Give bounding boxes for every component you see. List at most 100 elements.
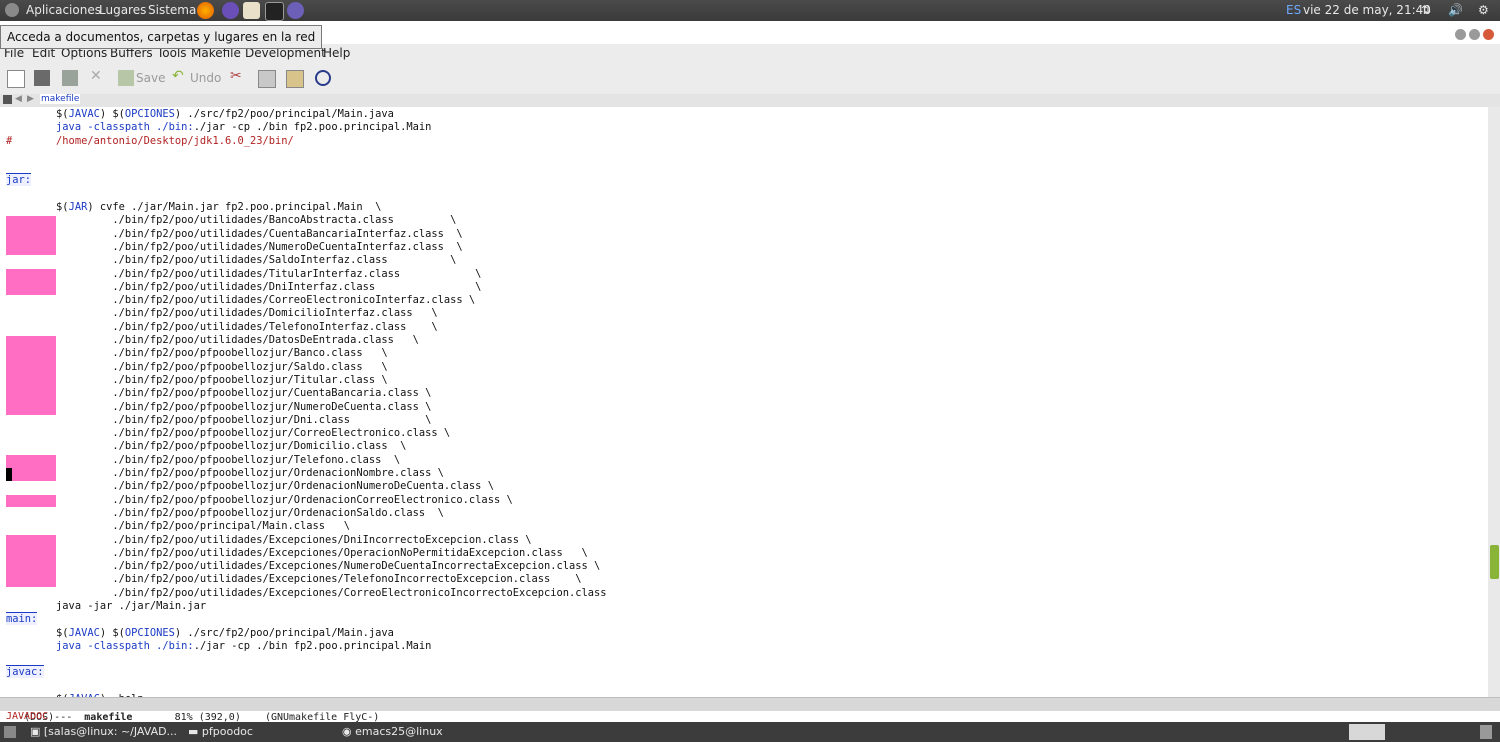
code-segment: ./bin/fp2/poo/pfpoobellozjur/Banco.class…	[6, 347, 388, 360]
undo-button[interactable]: Undo	[190, 71, 221, 85]
code-segment: JAVAC	[68, 108, 100, 120]
code-segment: ./bin/fp2/poo/pfpoobellozjur/CorreoElect…	[6, 427, 451, 440]
places-tooltip: Acceda a documentos, carpetas y lugares …	[0, 25, 323, 49]
cut-icon[interactable]: ✂	[230, 68, 246, 84]
keyboard-layout-indicator[interactable]: ES	[1286, 3, 1301, 17]
tab-minus-icon[interactable]	[3, 95, 12, 104]
copy-icon[interactable]	[258, 70, 276, 88]
code-segment: ./bin/fp2/poo/utilidades/Excepciones/Dni…	[6, 533, 532, 546]
taskbar-pfpoodoc[interactable]: ▬ pfpoodoc	[188, 725, 253, 738]
tab-left-arrow-icon[interactable]: ◀	[15, 94, 22, 104]
code-segment: ./bin/fp2/poo/utilidades/DomicilioInterf…	[6, 307, 438, 320]
new-file-icon[interactable]	[7, 70, 25, 88]
code-segment: $(	[56, 108, 69, 120]
code-line: ./bin/fp2/poo/utilidades/Excepciones/Dni…	[6, 534, 607, 547]
code-line: ./bin/fp2/poo/pfpoobellozjur/Banco.class…	[6, 347, 607, 360]
minimize-button[interactable]	[1455, 29, 1466, 40]
paste-icon[interactable]	[286, 70, 304, 88]
code-segment: $(	[6, 626, 69, 639]
code-line: ./bin/fp2/poo/utilidades/Excepciones/Num…	[6, 560, 607, 573]
code-segment: ./bin/fp2/poo/utilidades/Excepciones/Tel…	[6, 573, 582, 586]
window-controls	[1452, 25, 1494, 44]
taskbar-terminal[interactable]: ▣ [salas@linux: ~/JAVAD...	[30, 725, 177, 738]
code-line: java -classpath ./bin:./jar -cp ./bin fp…	[6, 640, 607, 653]
close-button[interactable]	[1483, 29, 1494, 40]
taskbar-emacs[interactable]: ◉ emacs25@linux	[342, 725, 443, 738]
code-segment: ) $(	[99, 626, 125, 639]
code-segment: #	[6, 134, 57, 147]
volume-icon[interactable]: 🔊	[1448, 3, 1463, 17]
terminal-icon[interactable]	[265, 2, 284, 21]
menu-aplicaciones[interactable]: Aplicaciones	[26, 3, 101, 17]
code-line: java -jar ./jar/Main.jar	[6, 600, 607, 613]
code-line: ./bin/fp2/poo/principal/Main.class \	[6, 520, 607, 533]
minibuffer[interactable]: JAVADOC	[6, 711, 48, 722]
save-button[interactable]: Save	[136, 71, 165, 85]
dired-icon[interactable]	[62, 70, 78, 86]
maximize-button[interactable]	[1469, 29, 1480, 40]
code-line: ./bin/fp2/poo/pfpoobellozjur/CorreoElect…	[6, 427, 607, 440]
close-buffer-icon[interactable]: ✕	[90, 68, 106, 84]
code-segment: ./bin/fp2/poo/pfpoobellozjur/CuentaBanca…	[6, 387, 432, 400]
folder-icon: ▬	[188, 725, 202, 738]
emacs-toolbar: ✕ Save ↶ Undo ✂	[0, 62, 1500, 95]
code-segment: ./bin/fp2/poo/utilidades/TitularInterfaz…	[6, 267, 482, 280]
code-segment: JAR	[68, 201, 88, 214]
code-line: ./bin/fp2/poo/utilidades/DatosDeEntrada.…	[6, 334, 607, 347]
code-line: $(JAVAC) $(OPCIONES) ./src/fp2/poo/princ…	[6, 627, 607, 640]
code-line: ./bin/fp2/poo/pfpoobellozjur/NumeroDeCue…	[6, 401, 607, 414]
code-line: ./bin/fp2/poo/pfpoobellozjur/OrdenacionC…	[6, 494, 607, 507]
code-line: javac:	[6, 665, 607, 679]
text-editor-icon[interactable]	[243, 2, 260, 19]
taskbar-pfpoodoc-label: pfpoodoc	[201, 725, 253, 738]
menu-lugares[interactable]: Lugares	[99, 3, 146, 17]
code-segment: ./bin/fp2/poo/utilidades/DatosDeEntrada.…	[6, 334, 419, 347]
tab-right-arrow-icon[interactable]: ▶	[27, 94, 34, 104]
code-segment: ./bin/fp2/poo/pfpoobellozjur/Saldo.class…	[6, 360, 388, 373]
show-desktop-icon[interactable]	[4, 726, 16, 738]
gnome-menu-icon[interactable]	[5, 3, 19, 17]
scrollbar-thumb[interactable]	[1490, 545, 1499, 579]
network-icon[interactable]: ⇅	[1421, 3, 1431, 17]
vertical-scrollbar[interactable]	[1488, 107, 1500, 697]
undo-icon[interactable]: ↶	[172, 68, 188, 84]
code-segment: ./bin/fp2/poo/utilidades/CuentaBancariaI…	[6, 227, 463, 240]
drive-icon[interactable]	[287, 2, 304, 19]
save-icon[interactable]	[118, 70, 134, 86]
firefox-icon[interactable]	[197, 2, 214, 19]
menu-sistema[interactable]: Sistema	[148, 3, 196, 17]
open-folder-icon[interactable]	[34, 70, 50, 86]
code-line: ./bin/fp2/poo/pfpoobellozjur/Dni.class \	[6, 414, 607, 427]
clock[interactable]: vie 22 de may, 21:40	[1303, 3, 1431, 17]
code-line: ./bin/fp2/poo/utilidades/BancoAbstracta.…	[6, 214, 607, 227]
tab-makefile[interactable]: makefile	[40, 94, 81, 104]
code-line: ./bin/fp2/poo/pfpoobellozjur/CuentaBanca…	[6, 387, 607, 400]
editor-area[interactable]: $(JAVAC) $(OPCIONES) ./src/fp2/poo/princ…	[0, 107, 1488, 697]
search-icon[interactable]	[315, 70, 331, 86]
emacs-launcher-icon[interactable]	[222, 2, 239, 19]
workspace-switcher[interactable]	[1349, 724, 1385, 740]
code-segment: java -classpath ./bin:	[56, 639, 194, 652]
code-line: $(JAR) cvfe ./jar/Main.jar fp2.poo.princ…	[6, 201, 607, 214]
top-panel: Aplicaciones Lugares Sistema ES vie 22 d…	[0, 0, 1500, 21]
code-line: ./bin/fp2/poo/utilidades/TelefonoInterfa…	[6, 321, 607, 334]
code-segment: ./bin/fp2/poo/utilidades/CorreoElectroni…	[6, 294, 476, 307]
trash-icon[interactable]	[1480, 725, 1492, 739]
code-segment: ./bin/fp2/poo/utilidades/DniInterfaz.cla…	[6, 280, 482, 293]
bottom-taskbar: ▣ [salas@linux: ~/JAVAD... ▬ pfpoodoc ◉ …	[0, 722, 1500, 742]
code-line: $(JAVAC) $(OPCIONES) ./src/fp2/poo/princ…	[6, 108, 607, 121]
code-segment: ./bin/fp2/poo/pfpoobellozjur/OrdenacionN…	[6, 480, 494, 493]
code-line: ./bin/fp2/poo/utilidades/Excepciones/Tel…	[6, 573, 607, 586]
code-segment: JAVAC	[68, 626, 100, 639]
code-segment: OPCIONES	[124, 108, 175, 120]
settings-gear-icon[interactable]: ⚙	[1478, 3, 1489, 17]
code-segment: java -classpath ./bin:	[56, 121, 194, 134]
menu-help[interactable]: Help	[323, 46, 350, 60]
code-segment: ./bin/fp2/poo/pfpoobellozjur/OrdenacionC…	[6, 493, 513, 506]
code-line: ./bin/fp2/poo/pfpoobellozjur/OrdenacionS…	[6, 507, 607, 520]
